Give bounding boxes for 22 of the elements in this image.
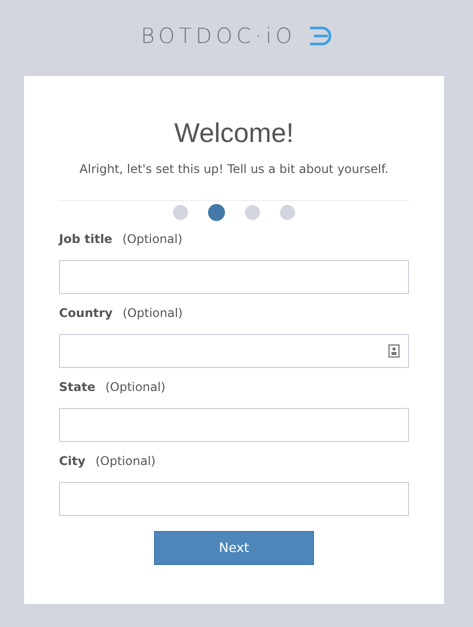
next-button[interactable]: Next: [154, 531, 314, 565]
field-label: Job title: [59, 232, 112, 246]
contact-card-icon: [388, 344, 400, 358]
step-dot[interactable]: [208, 204, 225, 221]
field-label: State: [59, 380, 96, 394]
optional-hint: (Optional): [122, 232, 182, 246]
field-label: Country: [59, 306, 113, 320]
heading: Welcome!: [173, 117, 295, 150]
input-field[interactable]: [59, 334, 409, 368]
optional-hint: (Optional): [95, 454, 156, 468]
optional-hint: (Optional): [122, 306, 183, 320]
step-dot[interactable]: [173, 205, 188, 220]
logo-icon: [308, 26, 332, 46]
input-field[interactable]: [59, 482, 409, 516]
logo-text: BOTDOC·iO: [140, 24, 296, 48]
subtitle: Alright, let's set this up! Tell us a bit about yourself.: [78, 161, 390, 177]
field-label: City: [59, 454, 86, 468]
step-dot[interactable]: [245, 205, 260, 220]
optional-hint: (Optional): [105, 380, 166, 394]
input-field[interactable]: [59, 260, 409, 294]
step-dot[interactable]: [280, 205, 295, 220]
input-field[interactable]: [59, 408, 409, 442]
